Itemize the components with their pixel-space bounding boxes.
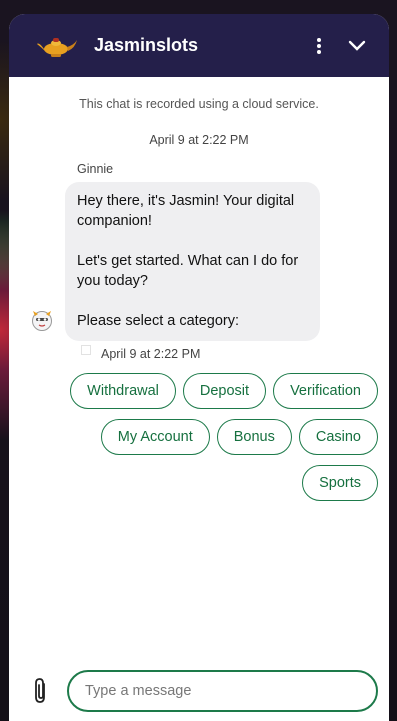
recording-notice: This chat is recorded using a cloud serv…	[79, 97, 319, 111]
kebab-menu-button[interactable]	[307, 34, 331, 58]
message-line: Hey there, it's Jasmin! Your digital com…	[77, 193, 295, 229]
message-composer	[9, 661, 389, 721]
message-time-text: April 9 at 2:22 PM	[101, 347, 201, 361]
bot-avatar-icon	[32, 311, 52, 331]
message-timestamp: April 9 at 2:22 PM	[81, 345, 389, 361]
chat-header: Jasminslots	[9, 14, 389, 77]
collapse-button[interactable]	[345, 34, 369, 58]
read-receipt-icon	[81, 345, 91, 355]
message-line: Let's get started. What can I do for you…	[77, 253, 299, 289]
genie-lamp-icon	[37, 37, 77, 57]
bot-message-bubble: Hey there, it's Jasmin! Your digital com…	[65, 182, 320, 341]
category-withdrawal-button[interactable]: Withdrawal	[70, 373, 176, 409]
kebab-menu-icon	[317, 37, 321, 54]
date-stamp: April 9 at 2:22 PM	[149, 133, 249, 147]
chat-widget: Jasminslots This chat is recorded using …	[9, 14, 389, 721]
sender-name: Ginnie	[77, 162, 114, 176]
message-line: Please select a category:	[77, 313, 240, 329]
category-bonus-button[interactable]: Bonus	[216, 419, 292, 455]
category-my-account-button[interactable]: My Account	[100, 419, 210, 455]
category-deposit-button[interactable]: Deposit	[182, 373, 267, 409]
category-chips: Withdrawal Deposit Verification My Accou…	[9, 373, 389, 501]
category-verification-button[interactable]: Verification	[273, 373, 378, 409]
chevron-down-icon	[348, 40, 366, 51]
category-casino-button[interactable]: Casino	[298, 419, 378, 455]
category-sports-button[interactable]: Sports	[302, 465, 378, 501]
paperclip-icon[interactable]	[29, 677, 53, 705]
message-input[interactable]	[67, 670, 378, 712]
message-row: Hey there, it's Jasmin! Your digital com…	[9, 182, 389, 361]
chat-title: Jasminslots	[94, 35, 199, 55]
